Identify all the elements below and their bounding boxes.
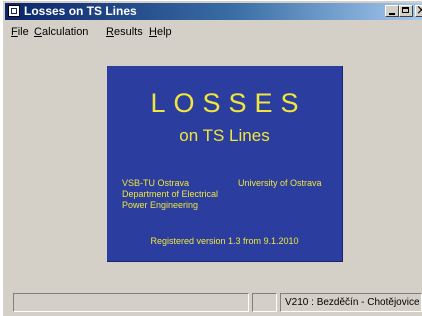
menu-calculation[interactable]: Calculation: [34, 26, 88, 38]
version-label: Registered version 1.3 from 9.1.2010: [150, 236, 299, 246]
title-bar[interactable]: Losses on TS Lines: [5, 3, 422, 20]
org-line-1: VSB-TU Ostrava: [122, 178, 190, 188]
status-panel-2: [252, 293, 277, 312]
status-panel-1: [13, 293, 249, 312]
menu-results[interactable]: Results: [106, 26, 143, 38]
menu-file[interactable]: File: [11, 26, 29, 38]
app-icon[interactable]: [8, 5, 20, 17]
close-button[interactable]: [415, 3, 422, 18]
org-line-3: Power Engineering: [122, 200, 199, 210]
maximize-button[interactable]: [399, 5, 413, 17]
minimize-button[interactable]: [385, 5, 399, 17]
splash-subtitle: on TS Lines: [179, 126, 270, 145]
org-line-2: Department of Electrical: [122, 189, 219, 199]
app-window: Losses on TS Lines File Calculation Resu…: [2, 0, 422, 316]
university-label: University of Ostrava: [238, 178, 322, 188]
splash-title: LOSSES: [150, 88, 307, 118]
menu-help[interactable]: Help: [149, 26, 172, 38]
status-panel-3: V210 : Bezděčín - Chotějovice: [280, 293, 422, 312]
window-title: Losses on TS Lines: [24, 4, 137, 18]
splash-panel: LOSSES on TS Lines VSB-TU Ostrava Depart…: [107, 66, 343, 262]
